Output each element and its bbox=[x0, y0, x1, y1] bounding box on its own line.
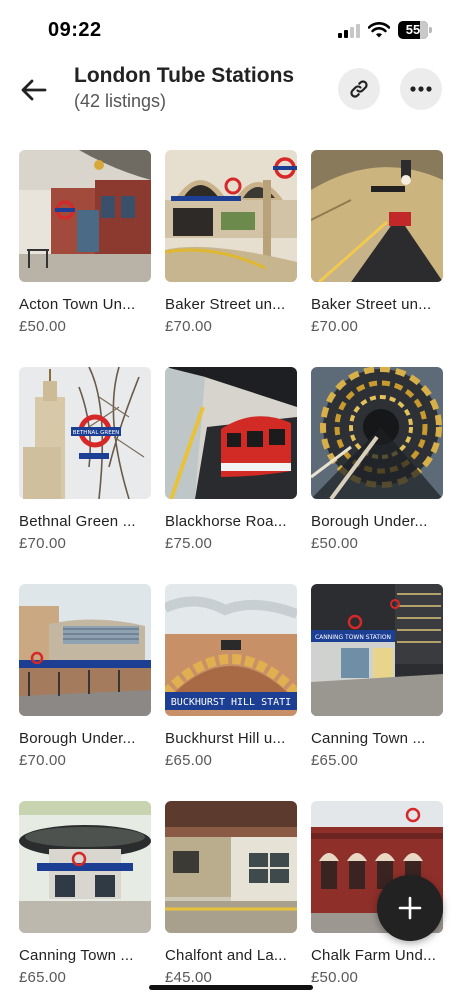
listing-price: £70.00 bbox=[19, 535, 67, 552]
add-listing-button[interactable] bbox=[377, 875, 443, 941]
battery-icon: 55 bbox=[398, 21, 432, 39]
status-time: 09:22 bbox=[48, 19, 102, 41]
listing-count: (42 listings) bbox=[74, 91, 167, 111]
back-button[interactable] bbox=[14, 70, 54, 110]
listing-title: Bethnal Green ... bbox=[19, 513, 136, 530]
painting-sign: BETHNAL GREEN bbox=[73, 430, 120, 436]
listing-card[interactable]: BUCKHURST HILL STATI Buckhurst Hill u...… bbox=[165, 584, 297, 801]
listing-title: Blackhorse Roa... bbox=[165, 513, 287, 530]
listing-card[interactable]: Borough Under... £50.00 bbox=[311, 367, 443, 584]
listing-card[interactable]: Chalfont and La... £45.00 bbox=[165, 801, 297, 1000]
home-indicator[interactable] bbox=[149, 985, 313, 990]
listing-image[interactable]: CANNING TOWN STATION bbox=[311, 584, 443, 716]
status-bar: 09:22 55 bbox=[0, 0, 462, 56]
cellular-signal-icon bbox=[338, 24, 360, 38]
listing-price: £50.00 bbox=[19, 318, 67, 335]
listing-price: £65.00 bbox=[311, 752, 359, 769]
listing-image[interactable]: BETHNAL GREEN bbox=[19, 367, 151, 499]
listing-card[interactable]: BETHNAL GREEN Bethnal Green ... £70.00 bbox=[19, 367, 151, 584]
listing-card[interactable]: Baker Street un... £70.00 bbox=[165, 150, 297, 367]
listing-card[interactable]: Canning Town ... £65.00 bbox=[19, 801, 151, 1000]
listing-title: Baker Street un... bbox=[311, 296, 432, 313]
more-options-button[interactable] bbox=[400, 68, 442, 110]
listing-image[interactable] bbox=[19, 584, 151, 716]
listing-title: Canning Town ... bbox=[311, 730, 426, 747]
listing-price: £45.00 bbox=[165, 969, 213, 986]
listing-price: £70.00 bbox=[165, 318, 213, 335]
share-link-button[interactable] bbox=[338, 68, 380, 110]
more-horizontal-icon bbox=[410, 86, 432, 92]
painting-sign: CANNING TOWN STATION bbox=[315, 634, 391, 641]
page-title: London Tube Stations bbox=[74, 64, 295, 87]
listing-price: £50.00 bbox=[311, 535, 359, 552]
listing-card[interactable]: Acton Town Un... £50.00 bbox=[19, 150, 151, 367]
link-icon bbox=[350, 80, 368, 98]
header: London Tube Stations (42 listings) bbox=[0, 56, 462, 126]
listing-title: Chalfont and La... bbox=[165, 947, 288, 964]
listing-price: £70.00 bbox=[311, 318, 359, 335]
wifi-icon bbox=[367, 22, 391, 38]
listing-card[interactable]: Blackhorse Roa... £75.00 bbox=[165, 367, 297, 584]
listing-image[interactable] bbox=[311, 367, 443, 499]
plus-icon bbox=[398, 896, 422, 920]
listing-title: Chalk Farm Und... bbox=[311, 947, 437, 964]
listing-title: Borough Under... bbox=[311, 513, 428, 530]
listing-price: £70.00 bbox=[19, 752, 67, 769]
listing-card[interactable]: CANNING TOWN STATION Canning Town ... £6… bbox=[311, 584, 443, 801]
listing-title: Canning Town ... bbox=[19, 947, 134, 964]
listing-image[interactable] bbox=[311, 150, 443, 282]
listing-card[interactable]: Borough Under... £70.00 bbox=[19, 584, 151, 801]
listing-image[interactable] bbox=[19, 801, 151, 933]
listing-image[interactable]: BUCKHURST HILL STATI bbox=[165, 584, 297, 716]
listings-grid: Acton Town Un... £50.00 Baker Street un.… bbox=[19, 150, 443, 1000]
listing-image[interactable] bbox=[19, 150, 151, 282]
listing-title: Borough Under... bbox=[19, 730, 136, 747]
listing-title: Acton Town Un... bbox=[19, 296, 136, 313]
listing-image[interactable] bbox=[165, 367, 297, 499]
listing-card[interactable]: Baker Street un... £70.00 bbox=[311, 150, 443, 367]
listing-price: £65.00 bbox=[19, 969, 67, 986]
listing-image[interactable] bbox=[165, 801, 297, 933]
listing-title: Baker Street un... bbox=[165, 296, 286, 313]
listing-price: £75.00 bbox=[165, 535, 213, 552]
listing-image[interactable] bbox=[165, 150, 297, 282]
arrow-left-icon bbox=[21, 79, 47, 101]
listing-title: Buckhurst Hill u... bbox=[165, 730, 286, 747]
listing-price: £50.00 bbox=[311, 969, 359, 986]
listing-price: £65.00 bbox=[165, 752, 213, 769]
battery-level: 55 bbox=[405, 22, 421, 37]
painting-sign: BUCKHURST HILL STATI bbox=[171, 697, 291, 708]
